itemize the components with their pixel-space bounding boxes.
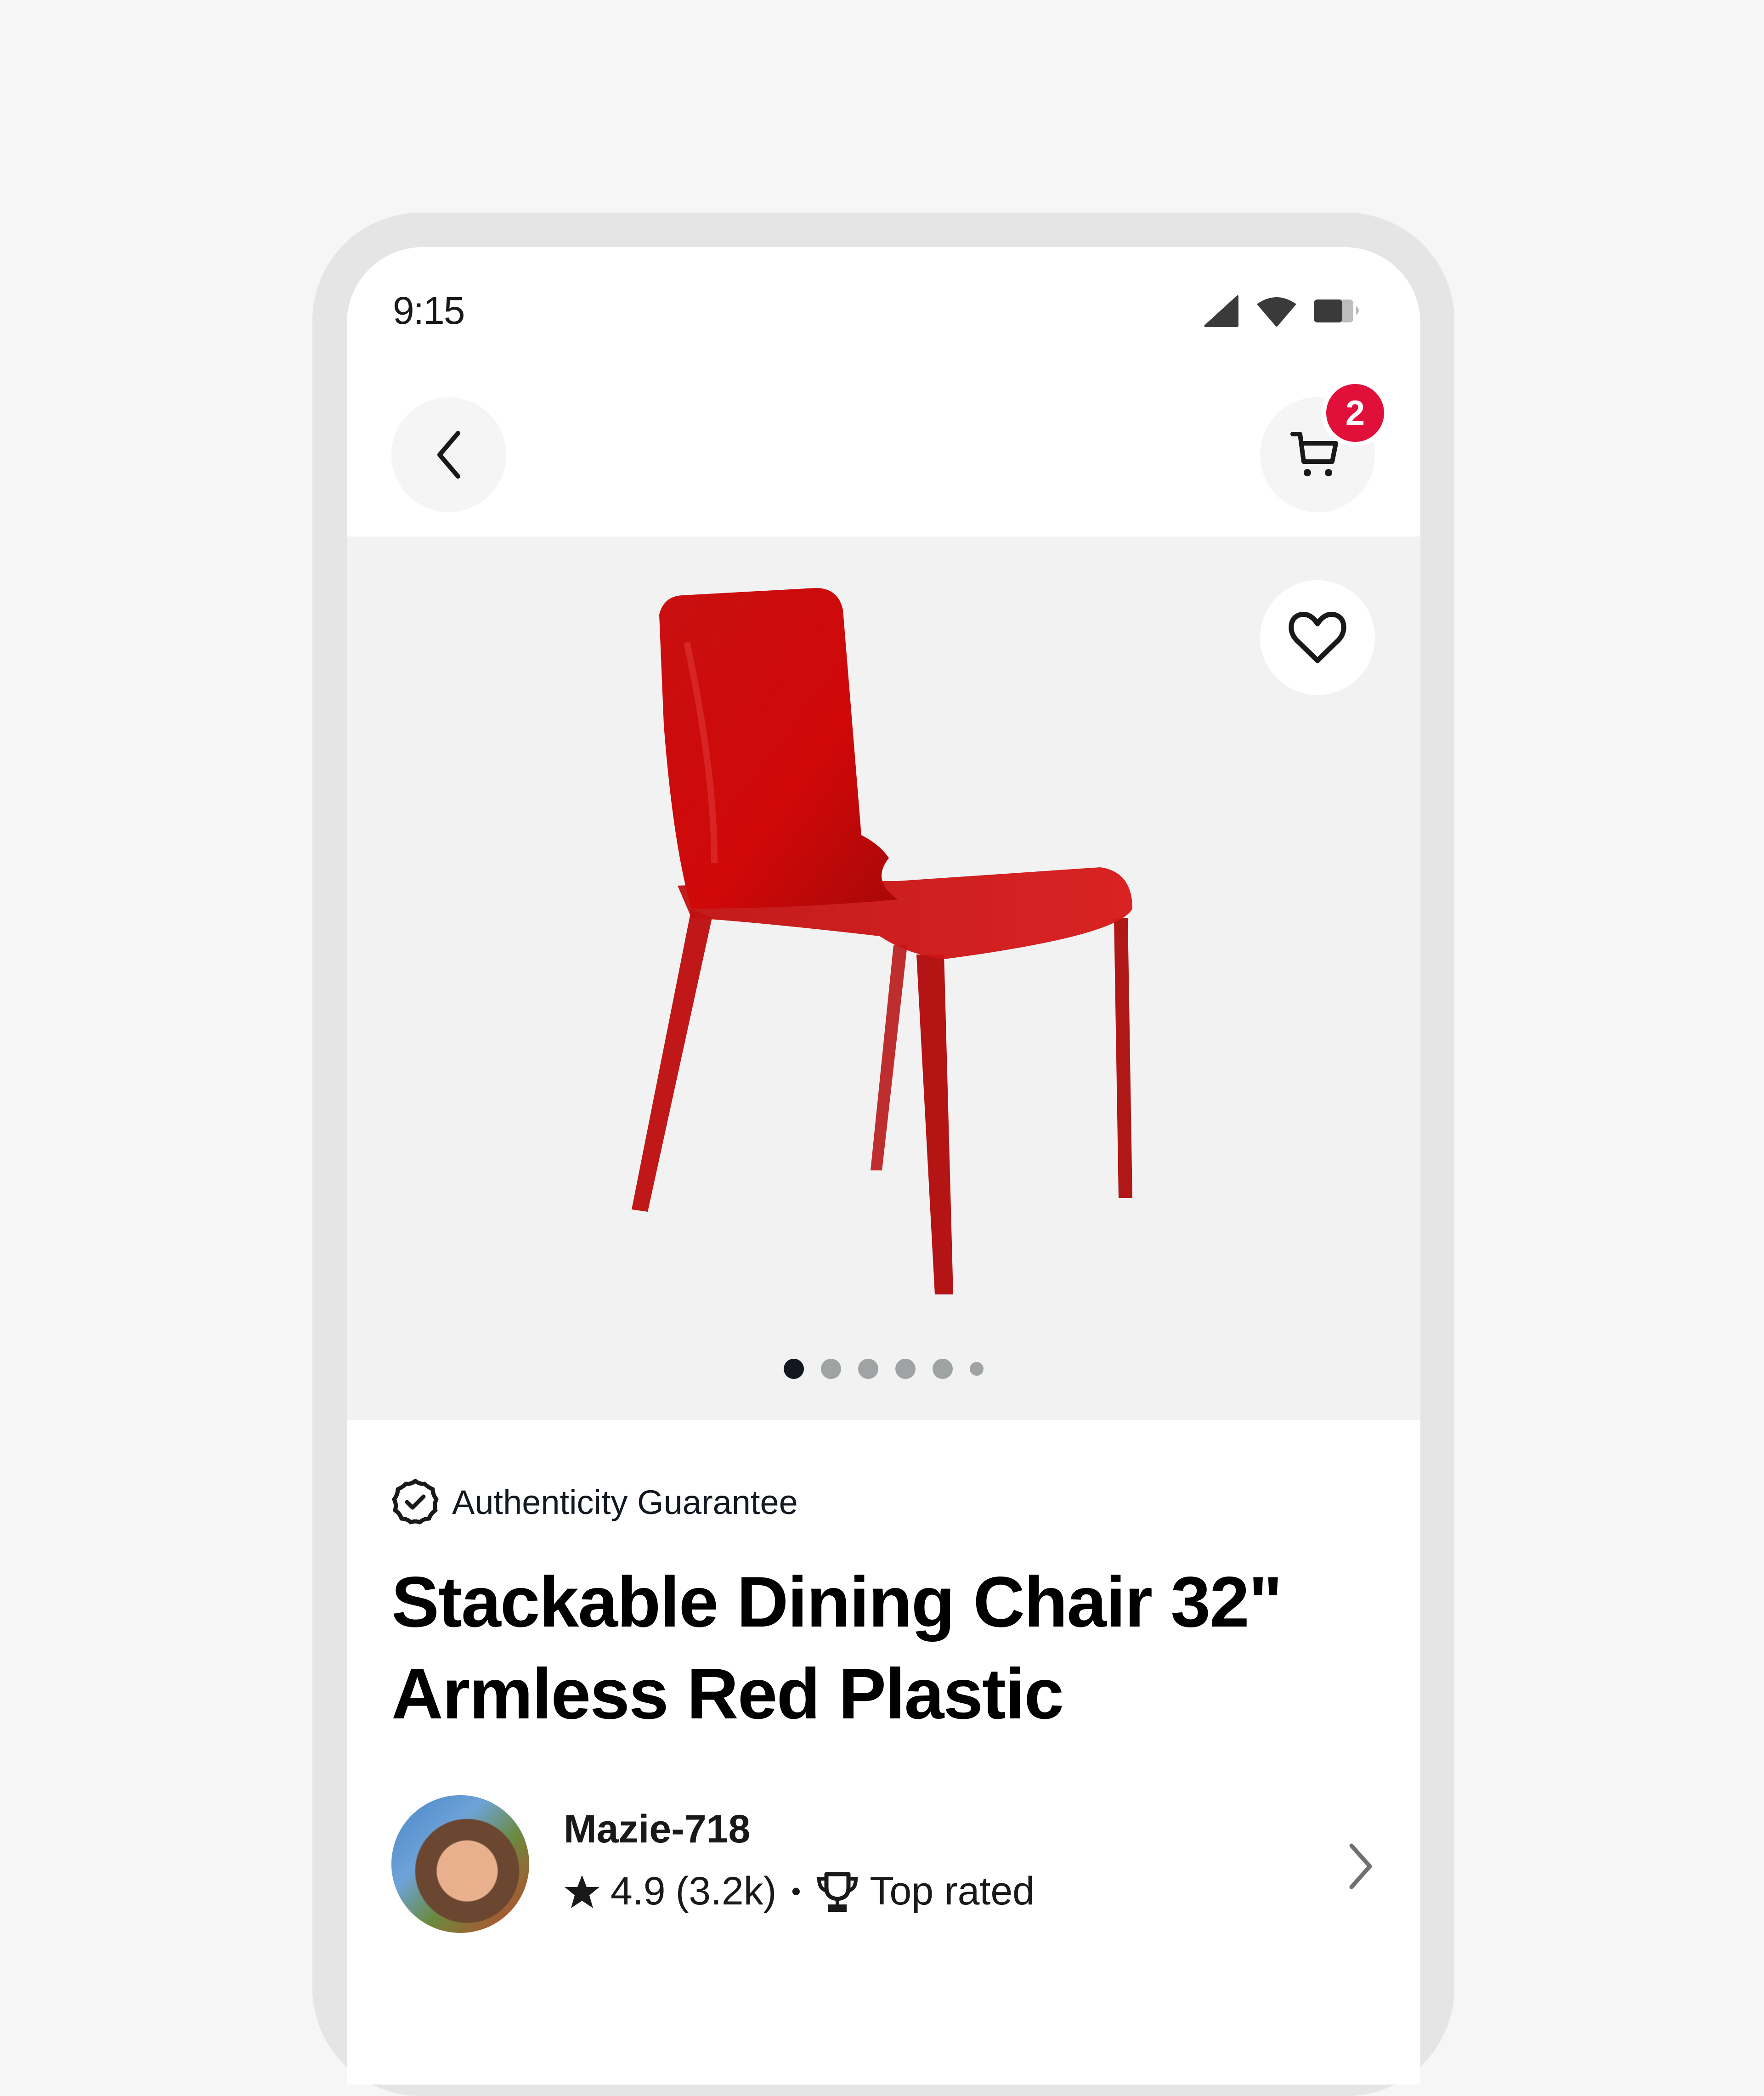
cart-count-badge: 2 xyxy=(1322,379,1389,446)
pagination-dot-3[interactable] xyxy=(858,1359,878,1379)
seller-name: Mazie-718 xyxy=(564,1807,751,1851)
image-pagination xyxy=(347,1359,1420,1379)
top-rated-label: Top rated xyxy=(870,1869,1035,1913)
trophy-icon xyxy=(817,1872,858,1912)
battery-icon xyxy=(1314,299,1359,322)
pagination-dot-2[interactable] xyxy=(821,1359,841,1379)
seller-review-count: (3.2k) xyxy=(675,1869,777,1913)
seller-rating-row: 4.9 (3.2k) • Top rated xyxy=(564,1869,1035,1914)
product-image xyxy=(632,588,1132,1294)
status-icons xyxy=(1203,293,1363,328)
chevron-left-icon xyxy=(437,431,460,479)
seller-rating: 4.9 xyxy=(611,1869,666,1913)
authenticity-guarantee: Authenticity Guarantee xyxy=(391,1478,798,1526)
back-button[interactable] xyxy=(391,397,506,512)
pagination-dot-6[interactable] xyxy=(970,1362,984,1376)
favorite-button[interactable] xyxy=(1260,580,1375,695)
status-time: 9:15 xyxy=(393,289,465,332)
verified-badge-icon xyxy=(392,1479,439,1525)
authenticity-label: Authenticity Guarantee xyxy=(452,1483,798,1521)
pagination-dot-1[interactable] xyxy=(784,1359,804,1379)
heart-icon xyxy=(1289,611,1346,663)
product-title: Stackable Dining Chair 32" Armless Red P… xyxy=(391,1562,1283,1734)
cellular-signal-icon xyxy=(1204,295,1238,327)
seller-card[interactable]: Mazie-718 4.9 (3.2k) • Top rated xyxy=(391,1795,1379,1933)
separator-dot: • xyxy=(791,1876,801,1907)
wifi-icon xyxy=(1257,297,1296,327)
star-icon xyxy=(565,1875,599,1908)
phone-screen: 9:15 2 Authenticity Guarantee Stackable … xyxy=(347,247,1420,2085)
pagination-dot-4[interactable] xyxy=(895,1359,916,1379)
pagination-dot-5[interactable] xyxy=(933,1359,953,1379)
product-image-gallery[interactable] xyxy=(347,537,1420,1420)
seller-avatar[interactable] xyxy=(391,1795,529,1933)
chevron-right-icon[interactable] xyxy=(1342,1841,1379,1892)
